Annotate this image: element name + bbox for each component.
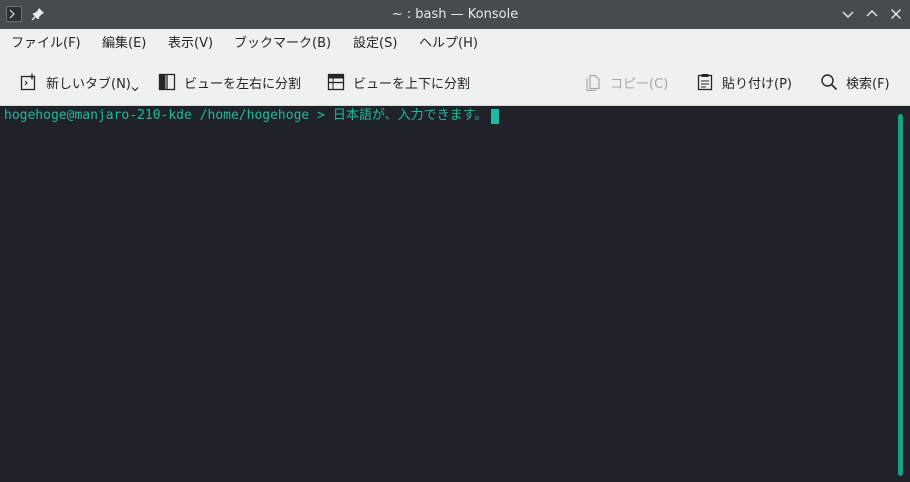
menu-bookmarks[interactable]: ブックマーク(B) [234, 29, 331, 59]
konsole-window: ~ : bash — Konsole ファイル(F) 編集(E) 表示(V) ブ… [0, 0, 910, 482]
find-label: 検索(F) [846, 76, 890, 92]
menu-file[interactable]: ファイル(F) [11, 29, 81, 59]
toolbar: 新しいタブ(N) ビューを左右に分割 ビューを上下に分割 コピー(C) 貼り付け… [0, 59, 910, 106]
new-tab-button[interactable]: 新しいタブ(N) [20, 69, 139, 95]
menu-view[interactable]: 表示(V) [168, 29, 213, 59]
scrollbar-thumb[interactable] [898, 114, 903, 476]
new-tab-icon [20, 73, 36, 91]
pin-icon[interactable] [31, 7, 45, 21]
new-tab-label: 新しいタブ(N) [46, 76, 131, 92]
split-left-right-button[interactable]: ビューを左右に分割 [158, 69, 301, 95]
search-icon [821, 74, 838, 91]
chevron-down-icon[interactable] [840, 6, 856, 22]
menu-edit[interactable]: 編集(E) [102, 29, 146, 59]
menu-bar: ファイル(F) 編集(E) 表示(V) ブックマーク(B) 設定(S) ヘルプ(… [0, 29, 910, 59]
terminal-view[interactable]: hogehoge@manjaro-210-kde /home/hogehoge … [0, 106, 910, 482]
paste-icon [697, 74, 713, 91]
menu-settings[interactable]: 設定(S) [353, 29, 397, 59]
terminal-app-icon[interactable] [6, 6, 22, 22]
copy-icon [586, 74, 600, 91]
split-top-bottom-label: ビューを上下に分割 [353, 76, 471, 92]
title-bar[interactable]: ~ : bash — Konsole [0, 0, 910, 29]
menu-help[interactable]: ヘルプ(H) [419, 29, 478, 59]
copy-label: コピー(C) [610, 76, 669, 92]
close-icon[interactable] [888, 6, 904, 22]
split-top-bottom-icon [327, 73, 345, 91]
split-top-bottom-button[interactable]: ビューを上下に分割 [327, 69, 470, 95]
terminal-line: hogehoge@manjaro-210-kde /home/hogehoge … [4, 107, 500, 125]
split-left-right-label: ビューを左右に分割 [184, 76, 302, 92]
copy-button[interactable]: コピー(C) [584, 69, 668, 95]
text-cursor [491, 108, 500, 124]
chevron-down-icon[interactable] [131, 85, 139, 93]
split-left-right-icon [158, 73, 176, 91]
paste-label: 貼り付け(P) [722, 76, 792, 92]
find-button[interactable]: 検索(F) [820, 69, 890, 95]
window-title: ~ : bash — Konsole [391, 7, 519, 22]
chevron-up-icon[interactable] [864, 6, 880, 22]
shell-prompt: hogehoge@manjaro-210-kde /home/hogehoge … [4, 108, 325, 123]
terminal-scrollbar[interactable] [895, 106, 910, 482]
paste-button[interactable]: 貼り付け(P) [696, 69, 792, 95]
command-input-text: 日本語が、入力できます。 [332, 108, 488, 123]
